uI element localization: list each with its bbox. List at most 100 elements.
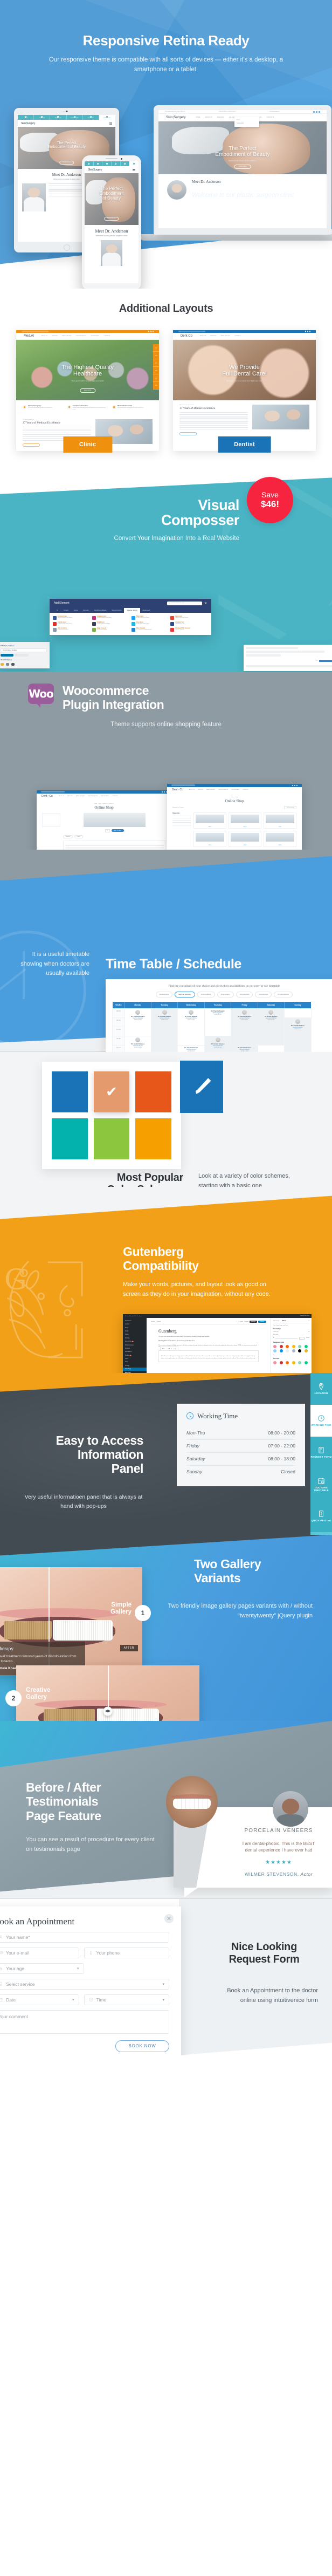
close-icon[interactable]: ✕ [204, 602, 207, 605]
layout-card-clinic[interactable]: Med❤Al ABOUT US SERVICES IMAGE GALLERY O… [16, 330, 159, 453]
tab-social[interactable]: Social [71, 608, 80, 613]
swatch-peach-selected[interactable] [93, 1071, 130, 1112]
pill-general-dentistry[interactable]: General dentistry [175, 991, 195, 997]
element-search-input[interactable]: Search element by name [167, 601, 202, 605]
doc-warning[interactable]: Warning: This is beta software, do not r… [158, 1340, 259, 1342]
rail-item-emergency-case[interactable]: EMERGENCY CASE [310, 1532, 332, 1535]
brush-tile[interactable] [180, 1060, 223, 1113]
shop-tab[interactable]: Reviews [63, 835, 73, 838]
swatch-blue[interactable] [52, 1071, 88, 1112]
field-your-comment[interactable]: Your comment [0, 2010, 169, 2034]
field-your-name[interactable]: Your name* [0, 1931, 169, 1943]
preview-button[interactable]: Preview [244, 1321, 248, 1322]
settings-button[interactable]: Settings [249, 1320, 257, 1323]
vc-primary-button[interactable] [319, 659, 332, 662]
element-item[interactable]: Image Carousel Set Carousel for Image. [92, 627, 130, 632]
element-item[interactable]: Post Accordion Set your Post Accordion. [53, 627, 91, 632]
element-item[interactable]: Tumblr Feed Set your Tumblr Social Stream… [92, 621, 130, 626]
insert-button[interactable]: Insert [240, 1321, 243, 1322]
slot[interactable]: Dr. Pamela Knaack Dental Hygienist 08:00-1… [124, 1008, 152, 1036]
doc-paragraph[interactable]: WordPress already supports a large amoun… [161, 1355, 256, 1359]
element-item[interactable]: Facebook Feed Set your Facebook Social St… [53, 616, 91, 620]
field-your-age[interactable]: Your age ▾ [0, 1963, 84, 1974]
tab-woocommerce[interactable]: WooCommerce [109, 608, 124, 613]
slot[interactable]: Dr. Gerald Gleaves General Dentist 11:00-1… [204, 1035, 232, 1052]
clear-color-icon[interactable]: ⊘ [273, 1354, 309, 1356]
publish-button[interactable]: Publish [258, 1320, 266, 1323]
element-item[interactable]: Twitter Feed Set your Twitter Social Stre… [131, 616, 169, 620]
doc-paragraph[interactable]: The goal of the block editor is to make … [158, 1336, 259, 1338]
undo-icon[interactable]: ↶ [236, 1321, 237, 1322]
tab-deprecated[interactable]: Deprecated [140, 608, 153, 613]
swatch-green[interactable] [93, 1118, 130, 1159]
text-palette[interactable] [273, 1361, 309, 1364]
shop-tab[interactable]: Details [74, 835, 83, 838]
shop-sort-select[interactable]: Default sorting [284, 805, 296, 809]
field-your-email[interactable]: Your e-mail [0, 1947, 79, 1958]
background-palette[interactable] [273, 1344, 309, 1352]
field-time[interactable]: Time ▾ [84, 1994, 169, 2005]
slot[interactable]: Dr. Pamela Knaack Dental Hygienist 08:00-1… [204, 1008, 232, 1036]
chevron-down-icon[interactable]: ▾ [77, 1966, 79, 1971]
chevron-down-icon[interactable]: ▾ [162, 1982, 164, 1986]
about-cta-button[interactable] [23, 443, 40, 447]
chevron-down-icon[interactable]: ▾ [72, 1998, 74, 2002]
element-item[interactable]: Gplus Feed Set your Gplus Social Stream. [170, 616, 208, 620]
pill-oral-surgery[interactable]: Oral surgery [217, 991, 234, 997]
pill-endodontics[interactable]: Endodontics [156, 991, 173, 997]
tab-saragna-addons[interactable]: Saragna Addons [124, 607, 140, 613]
vc-title-input[interactable]: Product Master Template [1, 648, 47, 652]
slot[interactable]: Dr. Gerald Gleaves General Dentist 8:00-13… [151, 1008, 178, 1052]
about-cta-button[interactable] [179, 432, 197, 436]
pill-prosthodontics[interactable]: Prosthodontics [274, 991, 293, 997]
close-icon[interactable]: ✕ [164, 1914, 174, 1923]
pill-orthodontics[interactable]: Orthodontics [236, 991, 253, 997]
swatch-amber[interactable] [135, 1118, 171, 1159]
tab-content[interactable]: Content [61, 608, 71, 613]
tab-all[interactable]: All [54, 608, 61, 613]
tab-structure[interactable]: Structure [80, 608, 92, 613]
font-size-slider[interactable]: A Reset [273, 1336, 309, 1340]
book-now-button[interactable]: BOOK NOW [115, 2040, 169, 2052]
field-select-service[interactable]: Select service ▾ [0, 1978, 169, 1990]
element-item[interactable]: YouTube Feed Set your YouTube Social Stre… [53, 621, 91, 626]
selected-block[interactable]: ¶▾ ⇤ ↔ ⇥ B I ∞ ✎ WordPress already suppo… [158, 1347, 259, 1363]
element-item[interactable]: Video Carousel Set Carousel for Youtube a… [131, 627, 169, 632]
redo-icon[interactable]: ↷ [238, 1321, 239, 1322]
rail-item-quick-pricing[interactable]: QUICK PRICING [310, 1500, 332, 1532]
element-item[interactable]: Instagram Feed Set your Instagram Social … [92, 616, 130, 620]
field-date[interactable]: Date ▾ [0, 1994, 79, 2005]
slot[interactable]: Dr. Gerald Gleaves General Dentist 11:00-1… [124, 1035, 152, 1052]
vc-add-element-modal[interactable]: Add Element Search element by name ✕ All… [50, 598, 211, 635]
swatch-orange-red[interactable] [135, 1071, 171, 1112]
element-item[interactable]: Vimeo Feed Set your Vimeo Social Stream. [131, 621, 169, 626]
field-your-phone[interactable]: Your phone [84, 1947, 169, 1958]
slot[interactable]: Dr. Frank Bigham Associate Dentist 8:00-12… [177, 1008, 205, 1046]
rail-item-doctors-timetable[interactable]: DOCTORS TIMETABLE [310, 1468, 332, 1500]
add-to-cart-button[interactable]: ADD TO CART [111, 829, 124, 832]
element-item[interactable]: Animated Text Place Animated Text [170, 621, 208, 626]
block-toolbar[interactable]: ¶▾ ⇤ ↔ ⇥ B I ∞ ✎ [160, 1347, 178, 1351]
rail-item-location[interactable]: LOCATION [310, 1372, 332, 1405]
rail-item-request-form[interactable]: REQUEST FORM [310, 1436, 332, 1468]
element-item[interactable]: Anything HTML Carousel Set HTML Carousel. [170, 627, 208, 632]
chevron-down-icon[interactable]: ▾ [162, 1998, 164, 2002]
submenu-new-post[interactable]: New Post [123, 1371, 147, 1373]
slot[interactable]: Dr. Gerald Gleaves General Dentist 12:00-1… [231, 1044, 258, 1052]
slot[interactable]: Dr. Gerald Gleaves General Dentist 8:00-13… [231, 1008, 258, 1046]
gallery-image-simple[interactable]: Hygiene Therapy Our 'stain removal' trea… [0, 1567, 142, 1675]
inspector-tab-block[interactable]: Block [282, 1320, 286, 1322]
close-icon[interactable]: ✕ [308, 1320, 309, 1322]
pill-oral-medicine[interactable]: Oral medicine [197, 991, 215, 997]
compare-slider-handle[interactable]: ◀▶ [103, 1706, 113, 1716]
tab-wordpress-widgets[interactable]: WordPress Widgets [92, 608, 109, 613]
drop-cap-row[interactable]: Drop Cap Off [273, 1331, 309, 1333]
slot[interactable]: Dr. Gerald Gleaves General Dentist 9:00-14… [284, 1017, 312, 1052]
pill-periodontics[interactable]: Periodontics [255, 991, 272, 997]
slot[interactable]: Dr. Gerald Gleaves General Dentist 12:00-1… [177, 1044, 205, 1052]
swatch-teal[interactable] [52, 1118, 88, 1159]
doc-title[interactable]: Gutenberg [158, 1329, 259, 1334]
inspector-tab-document[interactable]: Document [273, 1320, 279, 1322]
rail-item-working-time[interactable]: WORKING TIME [310, 1404, 332, 1437]
layout-card-dentist[interactable]: Dent♂Co ABOUT US SERVICES IMAGE GALLERY … [173, 330, 316, 453]
